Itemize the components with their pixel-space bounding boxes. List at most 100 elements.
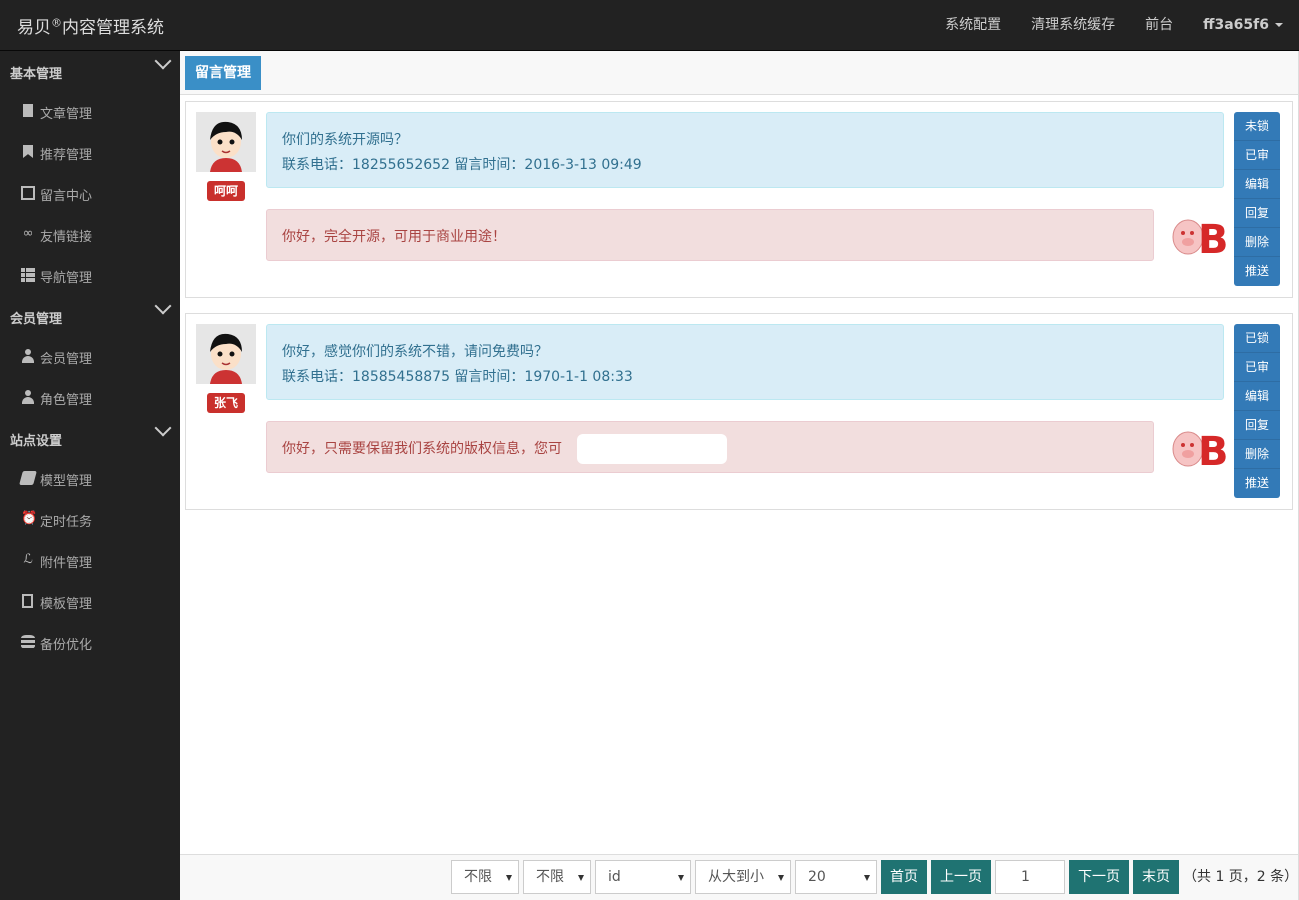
question-meta: 联系电话：18585458875 留言时间：1970-1-1 08:33	[282, 369, 633, 385]
page-size-select[interactable]: 20	[795, 860, 877, 894]
reply-panel: 你好，完全开源，可用于商业用途！	[266, 209, 1154, 261]
sidebar-section-basic[interactable]: 基本管理	[0, 51, 180, 91]
sidebar-item-articles[interactable]: 文章管理	[0, 91, 180, 132]
chevron-down-icon	[154, 297, 172, 315]
main-content: 留言管理 呵呵 你们的系统开源吗？ 联系电话：18255652652 留言时间：…	[180, 51, 1299, 900]
edit-icon	[21, 186, 35, 200]
sidebar-item-label: 定时任务	[40, 515, 93, 530]
sidebar-item-label: 友情链接	[40, 230, 93, 245]
sidebar-item-recommend[interactable]: 推荐管理	[0, 132, 180, 173]
user-icon	[21, 349, 35, 363]
user-key-icon	[21, 390, 35, 404]
frontend-link[interactable]: 前台	[1130, 0, 1188, 51]
paperclip-icon: ℒ	[23, 552, 33, 567]
top-navbar: 易贝®内容管理系统 系统配置 清理系统缓存 前台 ff3a65f6	[0, 0, 1299, 51]
edit-button[interactable]: 编辑	[1234, 382, 1280, 411]
tab-message-management[interactable]: 留言管理	[185, 56, 261, 90]
sidebar-item-label: 附件管理	[40, 556, 93, 571]
sidebar-item-label: 留言中心	[40, 189, 93, 204]
reply-button[interactable]: 回复	[1234, 199, 1280, 228]
redaction-overlay	[577, 434, 727, 464]
approve-button[interactable]: 已审	[1234, 141, 1280, 170]
message-card: 呵呵 你们的系统开源吗？ 联系电话：18255652652 留言时间：2016-…	[185, 101, 1293, 298]
chevron-down-icon	[154, 419, 172, 437]
sort-field-select[interactable]: id	[595, 860, 691, 894]
message-card: 张飞 你好，感觉你们的系统不错，请问免费吗？ 联系电话：18585458875 …	[185, 313, 1293, 510]
chevron-down-icon	[154, 52, 172, 70]
bookmark-icon	[23, 145, 33, 158]
th-list-icon	[21, 268, 35, 282]
sidebar-item-links[interactable]: ∞ 友情链接	[0, 214, 180, 255]
push-button[interactable]: 推送	[1234, 257, 1280, 286]
sidebar-item-templates[interactable]: 模板管理	[0, 581, 180, 622]
author-name-badge: 张飞	[207, 393, 245, 413]
admin-logo-icon: B	[1170, 421, 1229, 475]
sidebar-section-members[interactable]: 会员管理	[0, 296, 180, 336]
svg-text:B: B	[1198, 217, 1226, 261]
caret-down-icon	[1275, 23, 1283, 27]
username: ff3a65f6	[1203, 17, 1269, 33]
message-actions: 未锁 已审 编辑 回复 删除 推送	[1234, 112, 1280, 286]
prev-page-button[interactable]: 上一页	[931, 860, 991, 894]
page-info: （共 1 页，2 条）	[1183, 869, 1299, 885]
reply-panel: 你好，只需要保留我们系统的版权信息，您可	[266, 421, 1154, 473]
system-config-link[interactable]: 系统配置	[930, 0, 1016, 51]
section-label: 站点设置	[10, 434, 63, 449]
sidebar-item-scheduled-tasks[interactable]: ⏰ 定时任务	[0, 499, 180, 540]
section-label: 会员管理	[10, 312, 63, 327]
link-icon: ∞	[22, 226, 34, 241]
sort-order-select[interactable]: 从大到小	[695, 860, 791, 894]
sidebar-section-site[interactable]: 站点设置	[0, 418, 180, 458]
approve-button[interactable]: 已审	[1234, 353, 1280, 382]
pagination-bar: 不限 不限 id 从大到小 20 首页 上一页 1 下一页 末页 （共 1 页，…	[180, 854, 1298, 900]
question-text: 你们的系统开源吗？	[282, 132, 408, 148]
top-nav: 系统配置 清理系统缓存 前台 ff3a65f6	[930, 0, 1299, 51]
sidebar-item-label: 模型管理	[40, 474, 93, 489]
sidebar-item-backup[interactable]: 备份优化	[0, 622, 180, 663]
filter-select-2[interactable]: 不限	[523, 860, 591, 894]
sidebar-item-label: 导航管理	[40, 271, 93, 286]
message-actions: 已锁 已审 编辑 回复 删除 推送	[1234, 324, 1280, 498]
question-panel: 你好，感觉你们的系统不错，请问免费吗？ 联系电话：18585458875 留言时…	[266, 324, 1224, 400]
delete-button[interactable]: 删除	[1234, 440, 1280, 469]
cube-icon	[19, 471, 37, 485]
lock-button[interactable]: 已锁	[1234, 324, 1280, 353]
sidebar-item-label: 推荐管理	[40, 148, 93, 163]
sidebar-item-navigation[interactable]: 导航管理	[0, 255, 180, 296]
section-label: 基本管理	[10, 67, 63, 82]
avatar	[196, 112, 256, 172]
brand-logo[interactable]: 易贝®内容管理系统	[17, 13, 164, 38]
alarm-icon: ⏰	[21, 511, 38, 526]
user-menu[interactable]: ff3a65f6	[1188, 0, 1299, 51]
sidebar-item-models[interactable]: 模型管理	[0, 458, 180, 499]
sidebar-item-label: 备份优化	[40, 638, 93, 653]
avatar	[196, 324, 256, 384]
sidebar-item-label: 角色管理	[40, 393, 93, 408]
lock-button[interactable]: 未锁	[1234, 112, 1280, 141]
page-header: 留言管理	[180, 51, 1298, 95]
edit-button[interactable]: 编辑	[1234, 170, 1280, 199]
file-icon	[23, 104, 33, 117]
push-button[interactable]: 推送	[1234, 469, 1280, 498]
page-number-input[interactable]: 1	[995, 860, 1065, 894]
sidebar-item-roles[interactable]: 角色管理	[0, 377, 180, 418]
reply-button[interactable]: 回复	[1234, 411, 1280, 440]
delete-button[interactable]: 删除	[1234, 228, 1280, 257]
sidebar-item-label: 模板管理	[40, 597, 93, 612]
next-page-button[interactable]: 下一页	[1069, 860, 1129, 894]
svg-text:B: B	[1198, 429, 1226, 473]
sidebar: 基本管理 文章管理 推荐管理 留言中心 ∞ 友情链接 导航管理 会员管理 会员管理…	[0, 51, 180, 900]
database-icon	[21, 635, 35, 649]
template-icon	[22, 594, 33, 608]
admin-logo-icon: B	[1170, 209, 1229, 263]
sidebar-item-attachments[interactable]: ℒ 附件管理	[0, 540, 180, 581]
filter-select-1[interactable]: 不限	[451, 860, 519, 894]
sidebar-item-messages[interactable]: 留言中心	[0, 173, 180, 214]
sidebar-item-member-admin[interactable]: 会员管理	[0, 336, 180, 377]
last-page-button[interactable]: 末页	[1133, 860, 1179, 894]
first-page-button[interactable]: 首页	[881, 860, 927, 894]
sidebar-item-label: 文章管理	[40, 107, 93, 122]
clear-cache-link[interactable]: 清理系统缓存	[1016, 0, 1130, 51]
author-name-badge: 呵呵	[207, 181, 245, 201]
reply-text: 你好，完全开源，可用于商业用途！	[282, 229, 506, 245]
